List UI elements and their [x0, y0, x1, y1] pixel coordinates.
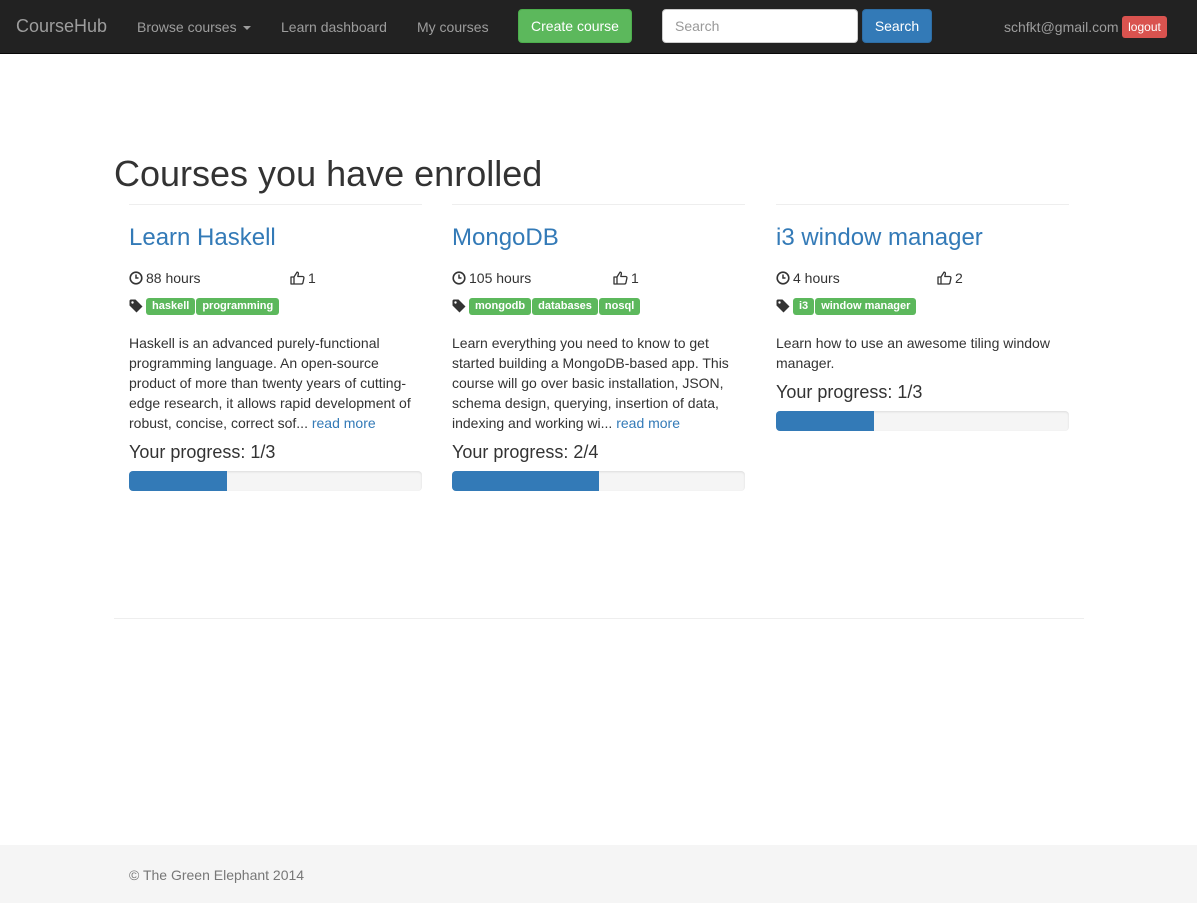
progress-track	[452, 471, 745, 491]
tag-badge[interactable]: databases	[532, 297, 598, 315]
course-likes-count: 1	[308, 270, 316, 286]
course-hours: 105 hours	[452, 269, 531, 287]
tag-badge[interactable]: mongodb	[469, 297, 532, 315]
progress-label: Your progress: 2/4	[452, 442, 599, 462]
course-description: Learn how to use an awesome tiling windo…	[776, 333, 1069, 373]
course-card: Learn Haskell 88 hours 1 haskell programm…	[129, 204, 422, 491]
course-hours: 4 hours	[776, 269, 840, 287]
tag-icon	[129, 299, 143, 313]
user-email: schfkt@gmail.com	[1004, 19, 1119, 35]
clock-icon	[129, 271, 143, 285]
course-card: MongoDB 105 hours 1 mongodb databases nosq…	[452, 204, 745, 491]
course-title-link[interactable]: Learn Haskell	[129, 223, 276, 253]
course-tags: mongodb databases nosql	[452, 297, 641, 317]
course-likes[interactable]: 2	[937, 269, 963, 287]
course-hours: 88 hours	[129, 269, 200, 287]
course-tags: i3 window manager	[776, 297, 917, 317]
progress-bar	[452, 471, 599, 491]
course-tags: haskell programming	[129, 297, 280, 317]
caret-down-icon	[242, 26, 251, 31]
tag-badge[interactable]: i3	[793, 297, 815, 315]
course-description-text: Learn everything you need to know to get…	[452, 335, 729, 431]
course-description-text: Learn how to use an awesome tiling windo…	[776, 335, 1050, 371]
course-title-link[interactable]: i3 window manager	[776, 223, 983, 253]
course-card: i3 window manager 4 hours 2 i3 window man…	[776, 204, 1069, 431]
course-title-link[interactable]: MongoDB	[452, 223, 559, 253]
content-divider	[114, 618, 1084, 619]
course-likes[interactable]: 1	[613, 269, 639, 287]
browse-courses-label: Browse courses	[137, 19, 237, 35]
browse-courses-dropdown[interactable]: Browse courses	[137, 17, 251, 37]
top-navbar: CourseHub Browse courses Learn dashboard…	[0, 0, 1197, 54]
tag-badge[interactable]: window manager	[815, 297, 917, 315]
course-hours-text: 105 hours	[469, 270, 532, 286]
progress-bar	[776, 411, 874, 431]
course-description: Learn everything you need to know to get…	[452, 333, 745, 433]
tag-badge[interactable]: programming	[196, 297, 280, 315]
clock-icon	[452, 271, 466, 285]
learn-dashboard-link[interactable]: Learn dashboard	[281, 17, 387, 37]
progress-label: Your progress: 1/3	[129, 442, 276, 462]
thumbs-up-icon	[613, 271, 628, 285]
tag-badge[interactable]: nosql	[598, 297, 641, 315]
progress-bar	[129, 471, 227, 491]
search-button[interactable]: Search	[862, 9, 932, 43]
progress-track	[129, 471, 422, 491]
progress-track	[776, 411, 1069, 431]
read-more-link[interactable]: read more	[312, 415, 376, 431]
thumbs-up-icon	[290, 271, 305, 285]
page-title: Courses you have enrolled	[114, 153, 543, 194]
footer: © The Green Elephant 2014	[0, 845, 1197, 903]
read-more-link[interactable]: read more	[616, 415, 680, 431]
my-courses-link[interactable]: My courses	[417, 17, 489, 37]
logout-button[interactable]: logout	[1122, 16, 1167, 38]
course-likes-count: 1	[631, 270, 639, 286]
progress-label: Your progress: 1/3	[776, 382, 923, 402]
brand-logo[interactable]: CourseHub	[16, 16, 107, 36]
course-likes[interactable]: 1	[290, 269, 316, 287]
tag-badge[interactable]: haskell	[146, 297, 196, 315]
create-course-button[interactable]: Create course	[518, 9, 632, 43]
course-likes-count: 2	[955, 270, 963, 286]
thumbs-up-icon	[937, 271, 952, 285]
tag-icon	[452, 299, 466, 313]
search-input[interactable]	[662, 9, 858, 43]
clock-icon	[776, 271, 790, 285]
course-hours-text: 88 hours	[146, 270, 201, 286]
course-description: Haskell is an advanced purely-functional…	[129, 333, 422, 433]
footer-copyright: © The Green Elephant 2014	[129, 867, 305, 883]
tag-icon	[776, 299, 790, 313]
course-hours-text: 4 hours	[793, 270, 840, 286]
